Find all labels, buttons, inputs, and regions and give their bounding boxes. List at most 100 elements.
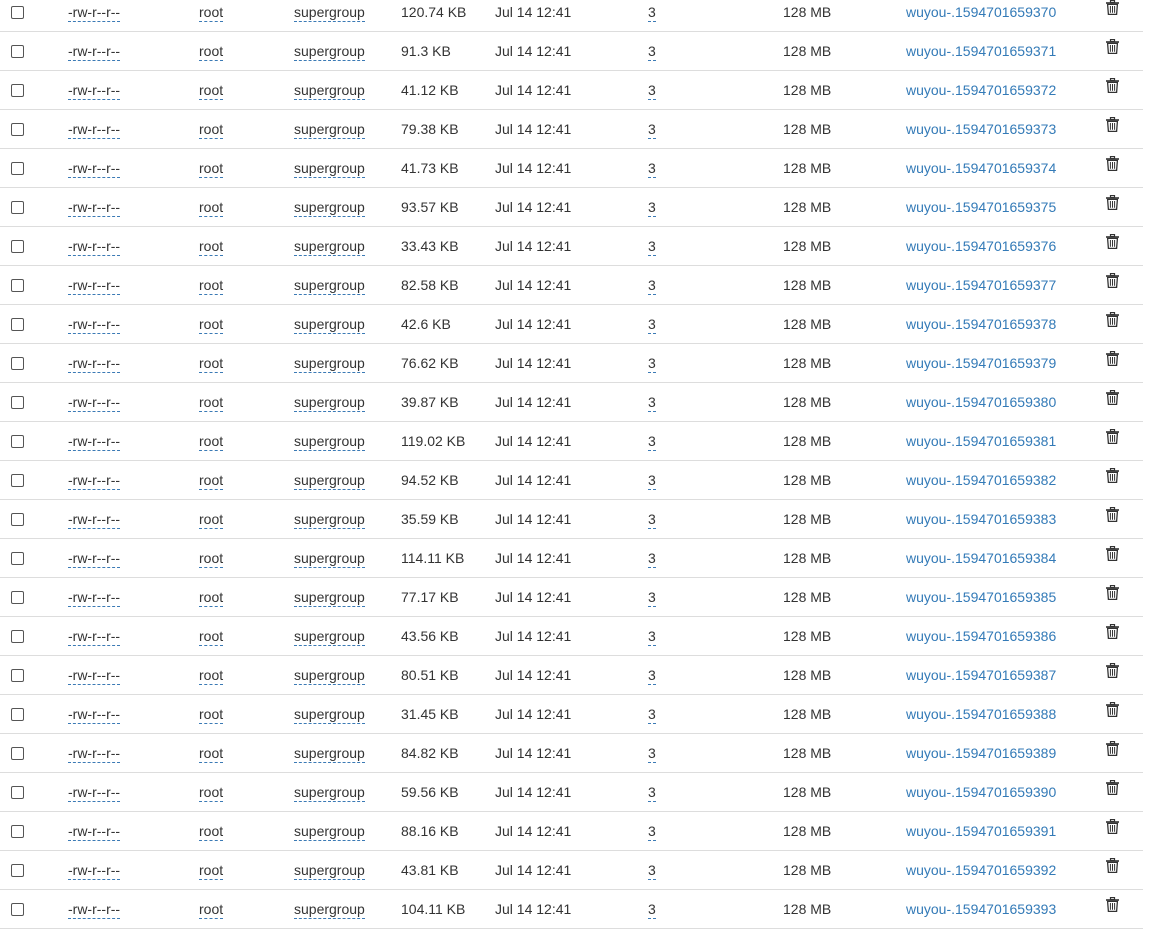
- group-link[interactable]: supergroup: [294, 745, 365, 763]
- group-link[interactable]: supergroup: [294, 472, 365, 490]
- replication-link[interactable]: 3: [648, 550, 656, 568]
- replication-link[interactable]: 3: [648, 121, 656, 139]
- trash-icon[interactable]: [1106, 498, 1119, 536]
- trash-icon[interactable]: [1106, 459, 1119, 497]
- trash-icon[interactable]: [1106, 0, 1119, 29]
- group-link[interactable]: supergroup: [294, 511, 365, 529]
- replication-link[interactable]: 3: [648, 199, 656, 217]
- file-name-link[interactable]: wuyou-.1594701659386: [906, 628, 1056, 644]
- replication-link[interactable]: 3: [648, 394, 656, 412]
- file-name-link[interactable]: wuyou-.1594701659374: [906, 160, 1056, 176]
- permission-link[interactable]: -rw-r--r--: [68, 784, 121, 802]
- trash-icon[interactable]: [1106, 225, 1119, 263]
- trash-icon[interactable]: [1106, 576, 1119, 614]
- owner-link[interactable]: root: [199, 394, 224, 412]
- row-checkbox[interactable]: [11, 746, 24, 760]
- replication-link[interactable]: 3: [648, 472, 656, 490]
- owner-link[interactable]: root: [199, 862, 224, 880]
- owner-link[interactable]: root: [199, 667, 224, 685]
- trash-icon[interactable]: [1106, 342, 1119, 380]
- group-link[interactable]: supergroup: [294, 433, 365, 451]
- file-name-link[interactable]: wuyou-.1594701659378: [906, 316, 1056, 332]
- owner-link[interactable]: root: [199, 901, 224, 919]
- row-checkbox[interactable]: [11, 551, 24, 565]
- owner-link[interactable]: root: [199, 82, 224, 100]
- replication-link[interactable]: 3: [648, 745, 656, 763]
- replication-link[interactable]: 3: [648, 901, 656, 919]
- file-name-link[interactable]: wuyou-.1594701659379: [906, 355, 1056, 371]
- replication-link[interactable]: 3: [648, 784, 656, 802]
- row-checkbox[interactable]: [11, 239, 24, 253]
- permission-link[interactable]: -rw-r--r--: [68, 394, 121, 412]
- owner-link[interactable]: root: [199, 199, 224, 217]
- permission-link[interactable]: -rw-r--r--: [68, 901, 121, 919]
- owner-link[interactable]: root: [199, 628, 224, 646]
- replication-link[interactable]: 3: [648, 4, 656, 22]
- row-checkbox[interactable]: [11, 785, 24, 799]
- replication-link[interactable]: 3: [648, 238, 656, 256]
- group-link[interactable]: supergroup: [294, 160, 365, 178]
- trash-icon[interactable]: [1106, 810, 1119, 848]
- replication-link[interactable]: 3: [648, 355, 656, 373]
- owner-link[interactable]: root: [199, 589, 224, 607]
- group-link[interactable]: supergroup: [294, 4, 365, 22]
- trash-icon[interactable]: [1106, 849, 1119, 887]
- file-name-link[interactable]: wuyou-.1594701659373: [906, 121, 1056, 137]
- replication-link[interactable]: 3: [648, 589, 656, 607]
- replication-link[interactable]: 3: [648, 316, 656, 334]
- group-link[interactable]: supergroup: [294, 277, 365, 295]
- file-name-link[interactable]: wuyou-.1594701659383: [906, 511, 1056, 527]
- group-link[interactable]: supergroup: [294, 667, 365, 685]
- permission-link[interactable]: -rw-r--r--: [68, 511, 121, 529]
- owner-link[interactable]: root: [199, 121, 224, 139]
- permission-link[interactable]: -rw-r--r--: [68, 4, 121, 22]
- trash-icon[interactable]: [1106, 732, 1119, 770]
- group-link[interactable]: supergroup: [294, 628, 365, 646]
- file-name-link[interactable]: wuyou-.1594701659371: [906, 43, 1056, 59]
- group-link[interactable]: supergroup: [294, 550, 365, 568]
- group-link[interactable]: supergroup: [294, 823, 365, 841]
- row-checkbox[interactable]: [11, 512, 24, 526]
- group-link[interactable]: supergroup: [294, 238, 365, 256]
- permission-link[interactable]: -rw-r--r--: [68, 238, 121, 256]
- trash-icon[interactable]: [1106, 108, 1119, 146]
- group-link[interactable]: supergroup: [294, 355, 365, 373]
- permission-link[interactable]: -rw-r--r--: [68, 316, 121, 334]
- owner-link[interactable]: root: [199, 238, 224, 256]
- permission-link[interactable]: -rw-r--r--: [68, 706, 121, 724]
- row-checkbox[interactable]: [11, 434, 24, 448]
- group-link[interactable]: supergroup: [294, 82, 365, 100]
- group-link[interactable]: supergroup: [294, 199, 365, 217]
- group-link[interactable]: supergroup: [294, 316, 365, 334]
- file-name-link[interactable]: wuyou-.1594701659387: [906, 667, 1056, 683]
- permission-link[interactable]: -rw-r--r--: [68, 277, 121, 295]
- row-checkbox[interactable]: [11, 707, 24, 721]
- file-name-link[interactable]: wuyou-.1594701659384: [906, 550, 1056, 566]
- permission-link[interactable]: -rw-r--r--: [68, 433, 121, 451]
- replication-link[interactable]: 3: [648, 706, 656, 724]
- file-name-link[interactable]: wuyou-.1594701659372: [906, 82, 1056, 98]
- trash-icon[interactable]: [1106, 30, 1119, 68]
- replication-link[interactable]: 3: [648, 511, 656, 529]
- permission-link[interactable]: -rw-r--r--: [68, 823, 121, 841]
- permission-link[interactable]: -rw-r--r--: [68, 667, 121, 685]
- permission-link[interactable]: -rw-r--r--: [68, 82, 121, 100]
- row-checkbox[interactable]: [11, 629, 24, 643]
- row-checkbox[interactable]: [11, 668, 24, 682]
- row-checkbox[interactable]: [11, 473, 24, 487]
- permission-link[interactable]: -rw-r--r--: [68, 472, 121, 490]
- replication-link[interactable]: 3: [648, 160, 656, 178]
- permission-link[interactable]: -rw-r--r--: [68, 589, 121, 607]
- owner-link[interactable]: root: [199, 511, 224, 529]
- trash-icon[interactable]: [1106, 771, 1119, 809]
- trash-icon[interactable]: [1106, 69, 1119, 107]
- row-checkbox[interactable]: [11, 200, 24, 214]
- permission-link[interactable]: -rw-r--r--: [68, 862, 121, 880]
- file-name-link[interactable]: wuyou-.1594701659382: [906, 472, 1056, 488]
- permission-link[interactable]: -rw-r--r--: [68, 160, 121, 178]
- permission-link[interactable]: -rw-r--r--: [68, 550, 121, 568]
- replication-link[interactable]: 3: [648, 277, 656, 295]
- group-link[interactable]: supergroup: [294, 121, 365, 139]
- owner-link[interactable]: root: [199, 706, 224, 724]
- file-name-link[interactable]: wuyou-.1594701659393: [906, 901, 1056, 917]
